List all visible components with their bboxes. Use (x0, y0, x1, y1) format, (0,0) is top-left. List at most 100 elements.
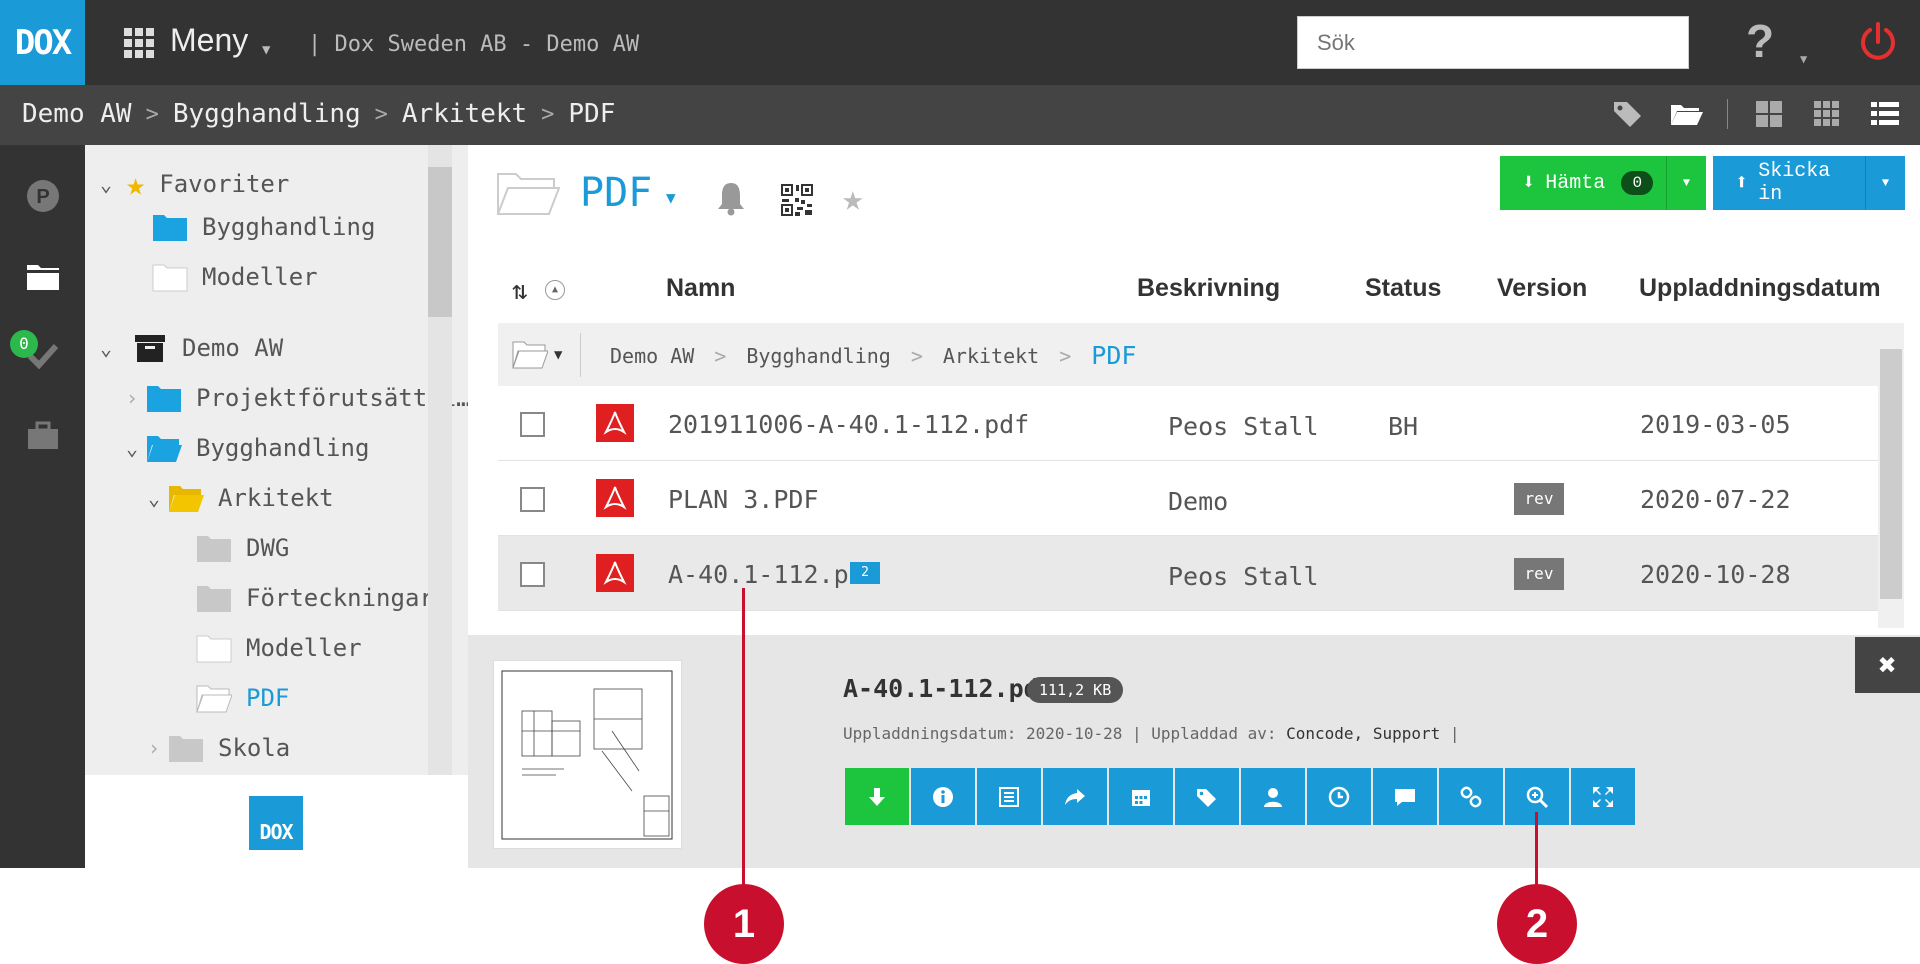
caret-down-icon[interactable]: ▼ (262, 42, 270, 58)
chevron-down-icon[interactable]: ⌄ (100, 336, 120, 360)
folder-open-icon[interactable] (512, 339, 548, 369)
caret-down-icon[interactable]: ▼ (1800, 52, 1807, 66)
project-p-icon[interactable]: P (24, 177, 62, 215)
tags-icon[interactable] (1611, 97, 1645, 131)
upload-label: Skicka in (1758, 160, 1831, 206)
path-item[interactable]: Demo AW (610, 344, 694, 368)
row-checkbox[interactable] (520, 412, 545, 437)
breadcrumb-item[interactable]: Demo AW (22, 99, 132, 129)
breadcrumb-item[interactable]: Arkitekt (402, 99, 527, 129)
calendar-action-button[interactable] (1109, 768, 1173, 825)
caret-down-icon[interactable]: ▼ (666, 188, 676, 207)
history-action-button[interactable] (1307, 768, 1371, 825)
star-icon[interactable]: ★ (842, 178, 864, 219)
folder-white-icon (196, 635, 232, 663)
column-header-upload-date[interactable]: Uppladdningsdatum (1639, 274, 1881, 303)
column-header-description[interactable]: Beskrivning (1137, 274, 1280, 303)
info-action-button[interactable] (911, 768, 975, 825)
comment-action-button[interactable] (1373, 768, 1437, 825)
column-header-name[interactable]: Namn (666, 274, 735, 303)
close-icon[interactable]: ✖ (1855, 637, 1920, 693)
sort-icon[interactable]: ⇅ (512, 276, 528, 306)
column-header-version[interactable]: Version (1497, 274, 1587, 303)
briefcase-icon[interactable] (24, 417, 62, 455)
power-icon[interactable] (1856, 20, 1900, 64)
path-item[interactable]: Arkitekt (943, 344, 1039, 368)
chevron-right-icon[interactable]: › (148, 736, 168, 760)
tree-item-fav-modeller[interactable]: Modeller (152, 262, 318, 292)
clock-icon (1328, 786, 1350, 807)
download-action-button[interactable] (845, 768, 909, 825)
version-badge[interactable]: rev (1514, 558, 1564, 590)
tree-item-projektforutsattningar[interactable]: › Projektförutsättni… (126, 383, 471, 413)
tree-item-skola[interactable]: › Skola (148, 733, 290, 763)
breadcrumb-item[interactable]: PDF (568, 99, 615, 129)
tree-item-bygghandling[interactable]: ⌄ Bygghandling (126, 433, 369, 463)
folder-open-icon[interactable] (1669, 97, 1703, 131)
tree-item-arkitekt[interactable]: ⌄ Arkitekt (148, 483, 334, 513)
list-action-button[interactable] (977, 768, 1041, 825)
chevron-right-icon[interactable]: › (126, 386, 146, 410)
folder-icon[interactable] (24, 257, 62, 295)
small-grid-icon[interactable] (1810, 97, 1844, 131)
file-thumbnail[interactable] (493, 660, 682, 849)
search-input[interactable] (1297, 16, 1689, 69)
tree-item-pdf[interactable]: PDF (196, 683, 289, 713)
user-icon (1264, 787, 1282, 807)
dox-logo[interactable]: DOX (0, 0, 85, 85)
row-checkbox[interactable] (520, 487, 545, 512)
table-row[interactable]: PLAN 3.PDF Demo rev 2020-07-22 (498, 461, 1880, 536)
file-status: BH (1388, 412, 1419, 441)
grid-menu-icon[interactable] (124, 28, 154, 58)
file-name[interactable]: PLAN 3.PDF (668, 485, 819, 514)
chevron-down-icon[interactable]: ⌄ (148, 486, 168, 510)
help-icon[interactable]: ? (1746, 14, 1774, 68)
share-action-button[interactable] (1043, 768, 1107, 825)
download-label: Hämta (1545, 171, 1606, 195)
comment-count-badge[interactable]: 2 (850, 562, 880, 584)
breadcrumb-item[interactable]: Bygghandling (173, 99, 361, 129)
file-name[interactable]: A-40.1-112.pdf (668, 560, 879, 589)
version-badge[interactable]: rev (1514, 483, 1564, 515)
chevron-down-icon[interactable]: ⌄ (100, 172, 120, 196)
tree-scrollbar[interactable] (428, 145, 452, 775)
download-dropdown-button[interactable]: ▼ (1666, 156, 1706, 210)
upload-button[interactable]: ⬆ Skicka in (1713, 156, 1865, 210)
table-row[interactable]: 201911006-A-40.1-112.pdf Peos Stall BH 2… (498, 386, 1880, 461)
table-row-selected[interactable]: A-40.1-112.pdf 2 Peos Stall rev 2020-10-… (498, 536, 1880, 611)
user-action-button[interactable] (1241, 768, 1305, 825)
large-grid-icon[interactable] (1752, 97, 1786, 131)
top-bar: DOX Meny ▼ | Dox Sweden AB - Demo AW ? ▼ (0, 0, 1920, 85)
fullscreen-action-button[interactable] (1571, 768, 1635, 825)
file-date: 2020-10-28 (1640, 560, 1791, 589)
table-scrollbar[interactable] (1878, 323, 1904, 628)
column-header-status[interactable]: Status (1365, 274, 1441, 303)
path-breadcrumb: Demo AW > Bygghandling > Arkitekt > PDF (610, 341, 1136, 370)
tags-action-button[interactable] (1175, 768, 1239, 825)
path-item-current[interactable]: PDF (1091, 341, 1136, 370)
caret-down-icon[interactable]: ▼ (554, 347, 562, 363)
page-title[interactable]: PDF (580, 170, 652, 216)
download-button[interactable]: ⬇ Hämta 0 (1500, 156, 1666, 210)
file-name[interactable]: 201911006-A-40.1-112.pdf (668, 410, 1029, 439)
link-action-button[interactable] (1439, 768, 1503, 825)
path-item[interactable]: Bygghandling (746, 344, 891, 368)
tree-item-forteckningar[interactable]: Förteckningar (196, 583, 434, 613)
uploader-name[interactable]: Concode, Support (1286, 724, 1440, 743)
row-checkbox[interactable] (520, 562, 545, 587)
tree-item-modeller[interactable]: Modeller (196, 633, 362, 663)
list-view-icon[interactable] (1868, 97, 1902, 131)
sort-ascending-icon[interactable]: ▲ (545, 280, 565, 300)
tree-item-dwg[interactable]: DWG (196, 533, 289, 563)
qr-code-icon[interactable] (780, 183, 814, 217)
drawing-preview-image (501, 670, 673, 840)
upload-dropdown-button[interactable]: ▼ (1865, 156, 1905, 210)
menu-button[interactable]: Meny (170, 22, 248, 59)
tree-favorites[interactable]: ⌄ ★ Favoriter (100, 165, 289, 203)
bell-icon[interactable] (714, 180, 748, 216)
chevron-down-icon[interactable]: ⌄ (126, 436, 146, 460)
tree-root-demo-aw[interactable]: ⌄ Demo AW (100, 333, 283, 363)
folder-gray-icon (197, 586, 231, 612)
folder-white-icon (152, 264, 188, 292)
tree-item-fav-bygghandling[interactable]: Bygghandling (152, 212, 375, 242)
